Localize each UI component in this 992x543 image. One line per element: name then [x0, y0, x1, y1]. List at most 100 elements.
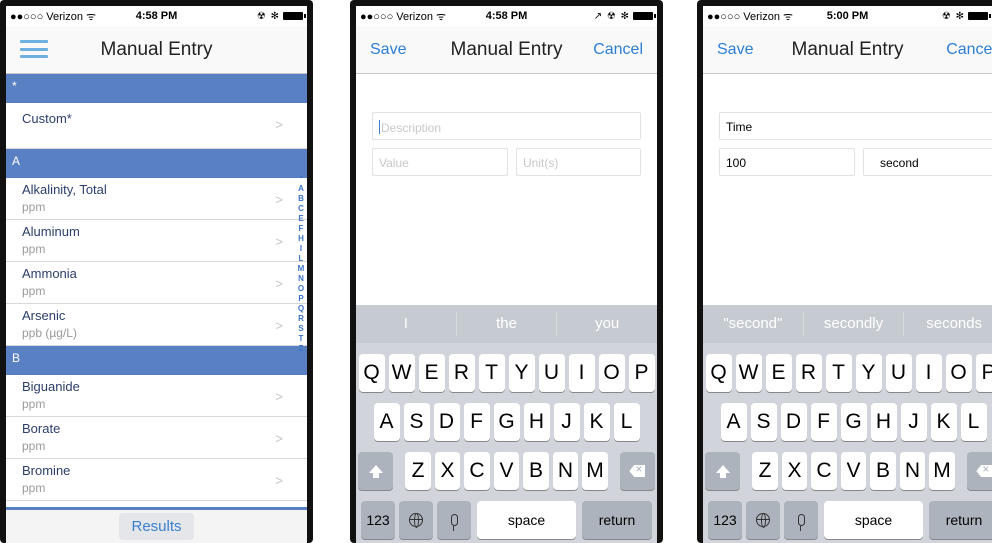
- key-q[interactable]: Q: [358, 354, 385, 392]
- suggestion-item[interactable]: "second": [703, 312, 804, 336]
- list-item[interactable]: Ammonia ppm >: [6, 262, 307, 304]
- key-o[interactable]: O: [598, 354, 625, 392]
- unit-input[interactable]: Unit(s): [516, 148, 641, 176]
- index-letter[interactable]: B: [295, 194, 307, 204]
- index-letter[interactable]: L: [295, 254, 307, 264]
- index-letter[interactable]: A: [295, 184, 307, 194]
- index-letter[interactable]: H: [295, 234, 307, 244]
- key-j[interactable]: J: [553, 403, 580, 441]
- index-letter[interactable]: O: [295, 284, 307, 294]
- unit-input[interactable]: second: [863, 148, 992, 176]
- key-w[interactable]: W: [735, 354, 762, 392]
- backspace-key[interactable]: [619, 452, 655, 490]
- key-m[interactable]: M: [929, 452, 955, 490]
- index-letter[interactable]: S: [295, 324, 307, 334]
- index-letter[interactable]: I: [295, 244, 307, 254]
- key-u[interactable]: U: [538, 354, 565, 392]
- index-letter[interactable]: R: [295, 314, 307, 324]
- list-item[interactable]: Biguanide ppm >: [6, 375, 307, 417]
- return-key[interactable]: return: [929, 501, 992, 539]
- list-item[interactable]: Borate ppm >: [6, 417, 307, 459]
- key-n[interactable]: N: [899, 452, 926, 490]
- key-t[interactable]: T: [825, 354, 852, 392]
- section-index[interactable]: * A B C E F H I L M N O P Q R S T Z: [295, 174, 307, 354]
- key-z[interactable]: Z: [405, 452, 431, 490]
- return-key[interactable]: return: [582, 501, 652, 539]
- key-e[interactable]: E: [765, 354, 792, 392]
- key-c[interactable]: C: [811, 452, 837, 490]
- index-letter[interactable]: F: [295, 224, 307, 234]
- index-letter[interactable]: M: [295, 264, 307, 274]
- key-r[interactable]: R: [795, 354, 822, 392]
- key-c[interactable]: C: [464, 452, 490, 490]
- key-d[interactable]: D: [433, 403, 460, 441]
- key-f[interactable]: F: [463, 403, 490, 441]
- key-h[interactable]: H: [870, 403, 897, 441]
- globe-key[interactable]: [399, 501, 433, 539]
- key-y[interactable]: Y: [855, 354, 882, 392]
- list-item[interactable]: Bromine ppm >: [6, 459, 307, 501]
- description-input[interactable]: Description: [372, 112, 641, 140]
- index-letter[interactable]: E: [295, 214, 307, 224]
- key-k[interactable]: K: [583, 403, 610, 441]
- key-x[interactable]: X: [781, 452, 808, 490]
- key-v[interactable]: V: [493, 452, 520, 490]
- index-letter[interactable]: Q: [295, 304, 307, 314]
- key-x[interactable]: X: [434, 452, 461, 490]
- space-key[interactable]: space: [824, 501, 923, 539]
- results-button[interactable]: Results: [119, 513, 194, 540]
- space-key[interactable]: space: [477, 501, 576, 539]
- key-q[interactable]: Q: [705, 354, 732, 392]
- globe-key[interactable]: [746, 501, 780, 539]
- key-g[interactable]: G: [493, 403, 520, 441]
- list-item[interactable]: Alkalinity, Total ppm >: [6, 178, 307, 220]
- key-f[interactable]: F: [810, 403, 837, 441]
- list-item-custom[interactable]: Custom* >: [6, 103, 307, 149]
- suggestion-item[interactable]: you: [557, 312, 657, 336]
- key-t[interactable]: T: [478, 354, 505, 392]
- list-item[interactable]: Aluminum ppm >: [6, 220, 307, 262]
- shift-key[interactable]: [705, 452, 741, 490]
- key-p[interactable]: P: [628, 354, 655, 392]
- key-p[interactable]: P: [975, 354, 992, 392]
- key-i[interactable]: I: [915, 354, 942, 392]
- key-j[interactable]: J: [900, 403, 927, 441]
- index-letter[interactable]: *: [295, 174, 307, 184]
- suggestion-item[interactable]: seconds: [904, 312, 992, 336]
- numbers-key[interactable]: 123: [361, 501, 395, 539]
- key-v[interactable]: V: [840, 452, 867, 490]
- numbers-key[interactable]: 123: [708, 501, 742, 539]
- index-letter[interactable]: T: [295, 334, 307, 344]
- key-b[interactable]: B: [523, 452, 549, 490]
- key-m[interactable]: M: [582, 452, 608, 490]
- backspace-key[interactable]: [966, 452, 992, 490]
- key-i[interactable]: I: [568, 354, 595, 392]
- key-l[interactable]: L: [960, 403, 987, 441]
- suggestion-item[interactable]: I: [356, 312, 457, 336]
- cancel-button[interactable]: Cancel: [946, 41, 992, 59]
- key-y[interactable]: Y: [508, 354, 535, 392]
- key-k[interactable]: K: [930, 403, 957, 441]
- index-letter[interactable]: Z: [295, 344, 307, 354]
- key-a[interactable]: A: [720, 403, 747, 441]
- cancel-button[interactable]: Cancel: [593, 41, 643, 59]
- suggestion-item[interactable]: the: [457, 312, 558, 336]
- key-w[interactable]: W: [388, 354, 415, 392]
- key-u[interactable]: U: [885, 354, 912, 392]
- shift-key[interactable]: [358, 452, 394, 490]
- key-h[interactable]: H: [523, 403, 550, 441]
- key-s[interactable]: S: [403, 403, 430, 441]
- list-item[interactable]: Arsenic ppb (µg/L) >: [6, 304, 307, 346]
- value-input[interactable]: Value: [372, 148, 508, 176]
- suggestion-item[interactable]: secondly: [804, 312, 905, 336]
- key-g[interactable]: G: [840, 403, 867, 441]
- index-letter[interactable]: P: [295, 294, 307, 304]
- key-b[interactable]: B: [870, 452, 896, 490]
- index-letter[interactable]: C: [295, 204, 307, 214]
- dictation-key[interactable]: [437, 501, 471, 539]
- key-r[interactable]: R: [448, 354, 475, 392]
- key-d[interactable]: D: [780, 403, 807, 441]
- key-e[interactable]: E: [418, 354, 445, 392]
- value-input[interactable]: 100: [719, 148, 855, 176]
- index-letter[interactable]: N: [295, 274, 307, 284]
